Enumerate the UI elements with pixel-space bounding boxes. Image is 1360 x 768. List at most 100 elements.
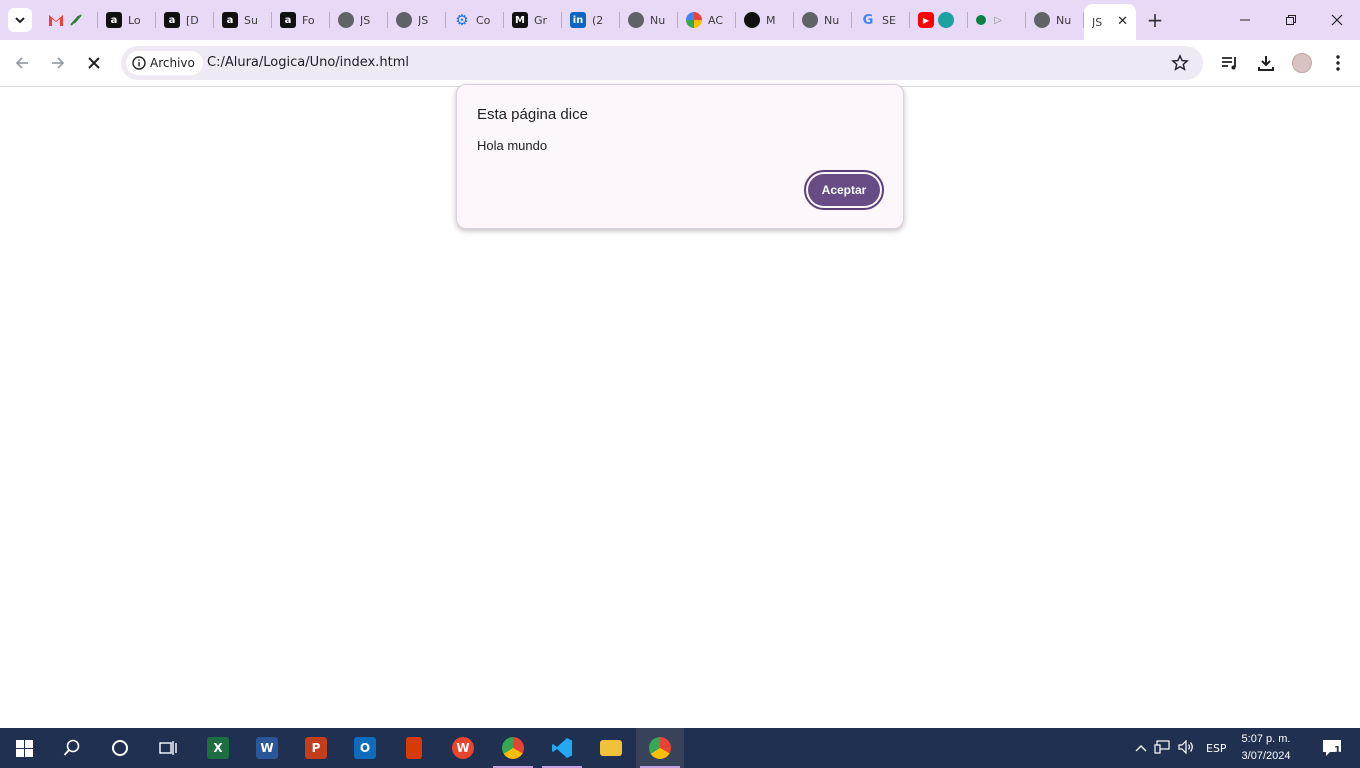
new-tab-button[interactable]: + xyxy=(1145,8,1165,32)
tab-title: Nu xyxy=(650,13,666,27)
tab-alura-3[interactable]: a Su xyxy=(214,0,272,40)
media-controls-button[interactable] xyxy=(1218,51,1242,75)
tab-title: Lo xyxy=(128,13,141,27)
taskbar-office[interactable] xyxy=(390,728,438,768)
tab-active[interactable]: JS ✕ xyxy=(1084,4,1136,40)
tab-strip: a Lo a [D a Su a Fo JS JS ⚙ Co M Gr in (… xyxy=(0,0,1360,40)
tab-linkedin[interactable]: in (2 xyxy=(562,0,620,40)
tab-nu-2[interactable]: Nu xyxy=(794,0,852,40)
taskbar-clock[interactable]: 5:07 p. m. 3/07/2024 xyxy=(1234,731,1298,765)
address-bar[interactable]: Archivo C:/Alura/Logica/Uno/index.html xyxy=(121,46,1203,80)
info-icon xyxy=(132,56,146,70)
youtube-icon: ▶ xyxy=(918,12,934,28)
taskbar-powerpoint[interactable]: P xyxy=(292,728,340,768)
accept-button[interactable]: Aceptar xyxy=(804,170,884,210)
tab-extension[interactable]: ▷ xyxy=(968,0,1026,40)
linkedin-icon: in xyxy=(570,12,586,28)
minimize-button[interactable] xyxy=(1222,0,1268,40)
tab-nu-3[interactable]: Nu xyxy=(1026,0,1084,40)
tab-title: JS xyxy=(418,13,429,27)
tab-js-1[interactable]: JS xyxy=(330,0,388,40)
restore-button[interactable] xyxy=(1268,0,1314,40)
tab-alura-2[interactable]: a [D xyxy=(156,0,214,40)
tab-title: JS xyxy=(1092,15,1103,29)
tab-title: Co xyxy=(476,13,491,27)
arrow-left-icon xyxy=(15,57,28,69)
network-icon[interactable] xyxy=(1150,739,1174,757)
tab-config[interactable]: ⚙ Co xyxy=(446,0,504,40)
clock-time: 5:07 p. m. xyxy=(1241,733,1291,745)
taskbar-excel[interactable]: X xyxy=(194,728,242,768)
tab-title: Fo xyxy=(302,13,315,27)
tab-medium[interactable]: M Gr xyxy=(504,0,562,40)
chrome-icon xyxy=(1034,12,1050,28)
volume-icon[interactable] xyxy=(1174,739,1198,757)
tab-gmail[interactable] xyxy=(40,0,98,40)
forward-button[interactable] xyxy=(46,51,70,75)
tab-title: M xyxy=(766,13,776,27)
taskbar-search-button[interactable] xyxy=(48,728,96,768)
dialog-message: Hola mundo xyxy=(477,138,548,153)
task-view-icon xyxy=(159,741,177,755)
url-text[interactable]: C:/Alura/Logica/Uno/index.html xyxy=(207,55,409,70)
stop-loading-button[interactable] xyxy=(82,51,106,75)
taskbar-word[interactable]: W xyxy=(243,728,291,768)
chevron-up-icon[interactable] xyxy=(1132,742,1150,755)
outlook-icon: O xyxy=(354,737,376,759)
close-icon xyxy=(88,57,100,69)
back-button[interactable] xyxy=(10,51,34,75)
profile-button[interactable] xyxy=(1290,51,1314,75)
notification-center-button[interactable]: 1 xyxy=(1312,728,1352,768)
task-view-button[interactable] xyxy=(144,728,192,768)
taskbar: X W P O W ESP 5:07 p. m. 3/07/2024 1 xyxy=(0,728,1360,768)
tab-title: Nu xyxy=(824,13,840,27)
downloads-button[interactable] xyxy=(1254,51,1278,75)
tab-youtube[interactable]: ▶ xyxy=(910,0,968,40)
cortana-icon xyxy=(112,740,128,756)
tab-alura-4[interactable]: a Fo xyxy=(272,0,330,40)
menu-button[interactable] xyxy=(1326,51,1350,75)
arrow-right-icon xyxy=(52,57,65,69)
tab-title: Nu xyxy=(1056,13,1072,27)
tab-google[interactable]: G SE xyxy=(852,0,910,40)
site-info-chip[interactable]: Archivo xyxy=(126,51,203,75)
close-window-button[interactable] xyxy=(1314,0,1360,40)
media-queue-icon xyxy=(1222,57,1236,70)
accept-button-label: Aceptar xyxy=(808,174,880,206)
chrome-icon xyxy=(502,737,524,759)
security-chip-label: Archivo xyxy=(150,56,195,70)
gmail-icon xyxy=(48,12,64,28)
taskbar-file-explorer[interactable] xyxy=(587,728,635,768)
tab-title: SE xyxy=(882,13,896,27)
tab-js-2[interactable]: JS xyxy=(388,0,446,40)
cortana-button[interactable] xyxy=(96,728,144,768)
language-indicator[interactable]: ESP xyxy=(1206,742,1227,755)
tab-title: AC xyxy=(708,13,724,27)
taskbar-chrome[interactable] xyxy=(489,728,537,768)
taskbar-chrome-profile[interactable] xyxy=(636,728,684,768)
tab-list: a Lo a [D a Su a Fo JS JS ⚙ Co M Gr in (… xyxy=(40,0,1136,40)
photos-icon xyxy=(686,12,702,28)
system-tray: ESP xyxy=(1132,728,1227,768)
avatar xyxy=(1292,53,1312,73)
download-icon xyxy=(1258,56,1274,71)
powerpoint-icon: P xyxy=(305,737,327,759)
tab-nu-1[interactable]: Nu xyxy=(620,0,678,40)
tab-alura-1[interactable]: a Lo xyxy=(98,0,156,40)
bookmark-star-icon[interactable] xyxy=(1171,54,1189,76)
taskbar-wps[interactable]: W xyxy=(439,728,487,768)
tab-title: JS xyxy=(360,13,371,27)
taskbar-vscode[interactable] xyxy=(538,728,586,768)
alert-dialog: Esta página dice Hola mundo Aceptar xyxy=(456,84,904,229)
taskbar-outlook[interactable]: O xyxy=(341,728,389,768)
word-icon: W xyxy=(256,737,278,759)
tab-title: [D xyxy=(186,13,199,27)
close-icon[interactable]: ✕ xyxy=(1117,14,1128,29)
tab-github[interactable]: M xyxy=(736,0,794,40)
start-button[interactable] xyxy=(0,728,48,768)
tab-search-button[interactable] xyxy=(8,8,32,32)
folder-icon xyxy=(600,740,622,756)
minimize-icon xyxy=(1240,19,1250,21)
tab-photos[interactable]: AC xyxy=(678,0,736,40)
dialog-title: Esta página dice xyxy=(477,106,588,123)
